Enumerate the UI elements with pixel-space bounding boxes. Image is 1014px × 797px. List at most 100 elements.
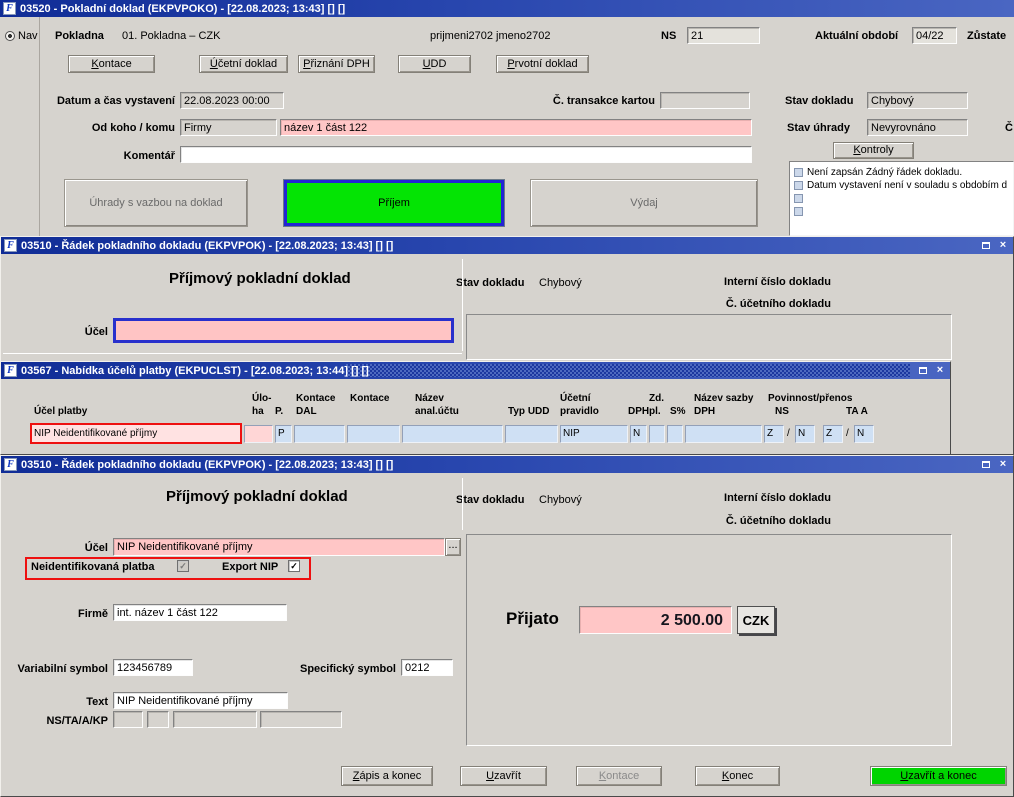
konec-button[interactable]: Konec	[695, 766, 780, 786]
stav-dokladu-value: Chybový	[539, 494, 582, 506]
row-dph-cell[interactable]: N	[630, 425, 647, 443]
udd-button[interactable]: UDD	[398, 55, 471, 73]
zustatek-label: Zůstate	[967, 30, 1007, 42]
row-ucel-platby-cell[interactable]: NIP Neidentifikované příjmy	[30, 423, 242, 444]
vydaj-button[interactable]: Výdaj	[530, 179, 758, 227]
ta-field[interactable]	[147, 711, 169, 728]
row-uloha-cell[interactable]	[244, 425, 273, 443]
col-ucetni-1: Účetní	[560, 393, 591, 404]
castka-label-clipped: Č	[1005, 122, 1013, 134]
titlebar-radek-active[interactable]: F 03510 - Řádek pokladního dokladu (EKPV…	[1, 456, 1013, 473]
titlebar-pattern	[346, 364, 910, 377]
titlebar-radek-back[interactable]: F 03510 - Řádek pokladního dokladu (EKPV…	[1, 237, 1013, 254]
col-ulo-2: ha	[252, 406, 264, 417]
row-zd-cell[interactable]	[649, 425, 665, 443]
kontrola-checkbox-3[interactable]	[794, 194, 803, 203]
interni-cislo-label: Interní číslo dokladu	[724, 276, 831, 288]
row-kontace2-cell[interactable]	[347, 425, 400, 443]
row-typ-udd-cell[interactable]	[505, 425, 558, 443]
kontrola-checkbox-2[interactable]	[794, 181, 803, 190]
mena-box[interactable]: CZK	[737, 606, 775, 634]
row-s-cell[interactable]	[667, 425, 683, 443]
datum-vystaveni-label: Datum a čas vystavení	[56, 95, 175, 107]
prijem-button[interactable]: Příjem	[283, 179, 505, 227]
close-icon[interactable]: ×	[996, 239, 1010, 252]
aktualni-obdobi-field[interactable]: 04/22	[912, 27, 957, 44]
row-nazev-uctu-cell[interactable]	[402, 425, 503, 443]
row-ta-n-cell[interactable]: N	[854, 425, 874, 443]
app-root: { "app": { "icon_letter": "F", "close_gl…	[0, 0, 1014, 797]
cislo-ucetniho-label: Č. účetního dokladu	[725, 298, 831, 310]
neidentifikovana-platba-label: Neidentifikovaná platba	[31, 561, 155, 573]
komentar-field[interactable]	[180, 146, 752, 163]
priznani-dph-button[interactable]: Přiznání DPH	[298, 55, 375, 73]
titlebar-pokladni-doklad[interactable]: F 03520 - Pokladní doklad (EKPVPOKO) - […	[0, 0, 1014, 17]
row-ucetni-pravidlo-cell[interactable]: NIP	[560, 425, 628, 443]
window-title: 03520 - Pokladní doklad (EKPVPOKO) - [22…	[20, 2, 346, 15]
ucetni-doklad-button[interactable]: Účetní doklad	[199, 55, 288, 73]
aktualni-obdobi-label: Aktuální období	[815, 30, 899, 42]
titlebar-nabidka-ucelu[interactable]: F 03567 - Nabídka účelů platby (EKPUCLST…	[1, 362, 950, 379]
kontrola-item-2: Datum vystavení není v souladu s obdobím…	[807, 180, 1008, 191]
firme-label: Firmě	[78, 608, 108, 620]
datum-vystaveni-field[interactable]: 22.08.2023 00:00	[180, 92, 284, 109]
firme-field[interactable]: int. název 1 část 122	[113, 604, 287, 621]
restore-icon[interactable]	[979, 239, 993, 252]
transakce-kartou-label: Č. transakce kartou	[552, 95, 655, 107]
window-title: 03567 - Nabídka účelů platby (EKPUCLST) …	[21, 364, 369, 377]
kontrola-checkbox-4[interactable]	[794, 207, 803, 216]
kontroly-button[interactable]: Kontroly	[833, 142, 914, 159]
col-typ-udd: Typ UDD	[508, 406, 550, 417]
od-koho-value-field[interactable]: název 1 část 122	[280, 119, 752, 136]
col-ns: NS	[775, 406, 789, 417]
prijato-amount-field[interactable]: 2 500.00	[579, 606, 732, 634]
neidentifikovana-platba-checkbox[interactable]: ✓	[177, 560, 189, 572]
nstaakp-label: NS/TA/A/KP	[46, 715, 108, 727]
col-nazev-2: anal.účtu	[415, 406, 459, 417]
zapis-a-konec-button[interactable]: Zápis a konec	[341, 766, 433, 786]
stav-dokladu-label: Stav dokladu	[456, 277, 525, 289]
cislo-ucetniho-label: Č. účetního dokladu	[725, 515, 831, 527]
specificky-symbol-label: Specifický symbol	[300, 663, 396, 675]
col-sazba-2: DPH	[694, 406, 716, 417]
export-nip-checkbox[interactable]: ✓	[288, 560, 300, 572]
a-field[interactable]	[173, 711, 257, 728]
prvotni-doklad-button[interactable]: Prvotní doklad	[496, 55, 589, 73]
restore-icon[interactable]	[979, 458, 993, 471]
row-ns-z-cell[interactable]: Z	[764, 425, 784, 443]
row-ta-z-cell[interactable]: Z	[823, 425, 843, 443]
col-kontace1-1: Kontace	[296, 393, 336, 404]
ucel-field-focused[interactable]	[113, 318, 454, 343]
stav-dokladu-label: Stav dokladu	[785, 95, 854, 107]
close-icon[interactable]: ×	[933, 364, 947, 377]
text-field[interactable]: NIP Neidentifikované příjmy	[113, 692, 288, 709]
section-divider-v	[462, 259, 463, 351]
kontace-button[interactable]: Kontace	[68, 55, 155, 73]
col-sazba-1: Název sazby	[694, 393, 754, 404]
export-nip-label: Export NIP	[222, 561, 279, 573]
row-ns-n-cell[interactable]: N	[795, 425, 815, 443]
nav-label[interactable]: Nav	[18, 30, 38, 42]
kontace-button[interactable]: Kontace	[576, 766, 662, 786]
col-s: S%	[670, 406, 686, 417]
uzavrit-button[interactable]: Uzavřít	[460, 766, 547, 786]
row-sazba-cell[interactable]	[685, 425, 762, 443]
ta-slash: /	[846, 428, 849, 439]
od-koho-typ-combo[interactable]: Firmy	[180, 119, 277, 136]
uhrady-s-vazbou-button[interactable]: Úhrady s vazbou na doklad	[64, 179, 248, 227]
variabilni-symbol-field[interactable]: 123456789	[113, 659, 193, 676]
transakce-kartou-field[interactable]	[660, 92, 750, 109]
close-icon[interactable]: ×	[996, 458, 1010, 471]
ns-field[interactable]	[113, 711, 143, 728]
uzavrit-a-konec-button[interactable]: Uzavřít a konec	[870, 766, 1007, 786]
row-kontace-dal-cell[interactable]	[294, 425, 345, 443]
kp-field[interactable]	[260, 711, 342, 728]
ucel-field[interactable]: NIP Neidentifikované příjmy	[113, 538, 445, 556]
row-p-cell[interactable]: P	[275, 425, 292, 443]
specificky-symbol-field[interactable]: 0212	[401, 659, 453, 676]
nav-radio-icon[interactable]	[5, 31, 15, 41]
ns-field[interactable]: 21	[687, 27, 760, 44]
kontrola-checkbox-1[interactable]	[794, 168, 803, 177]
restore-icon[interactable]	[916, 364, 930, 377]
ucel-lov-button[interactable]: ...	[445, 538, 461, 556]
